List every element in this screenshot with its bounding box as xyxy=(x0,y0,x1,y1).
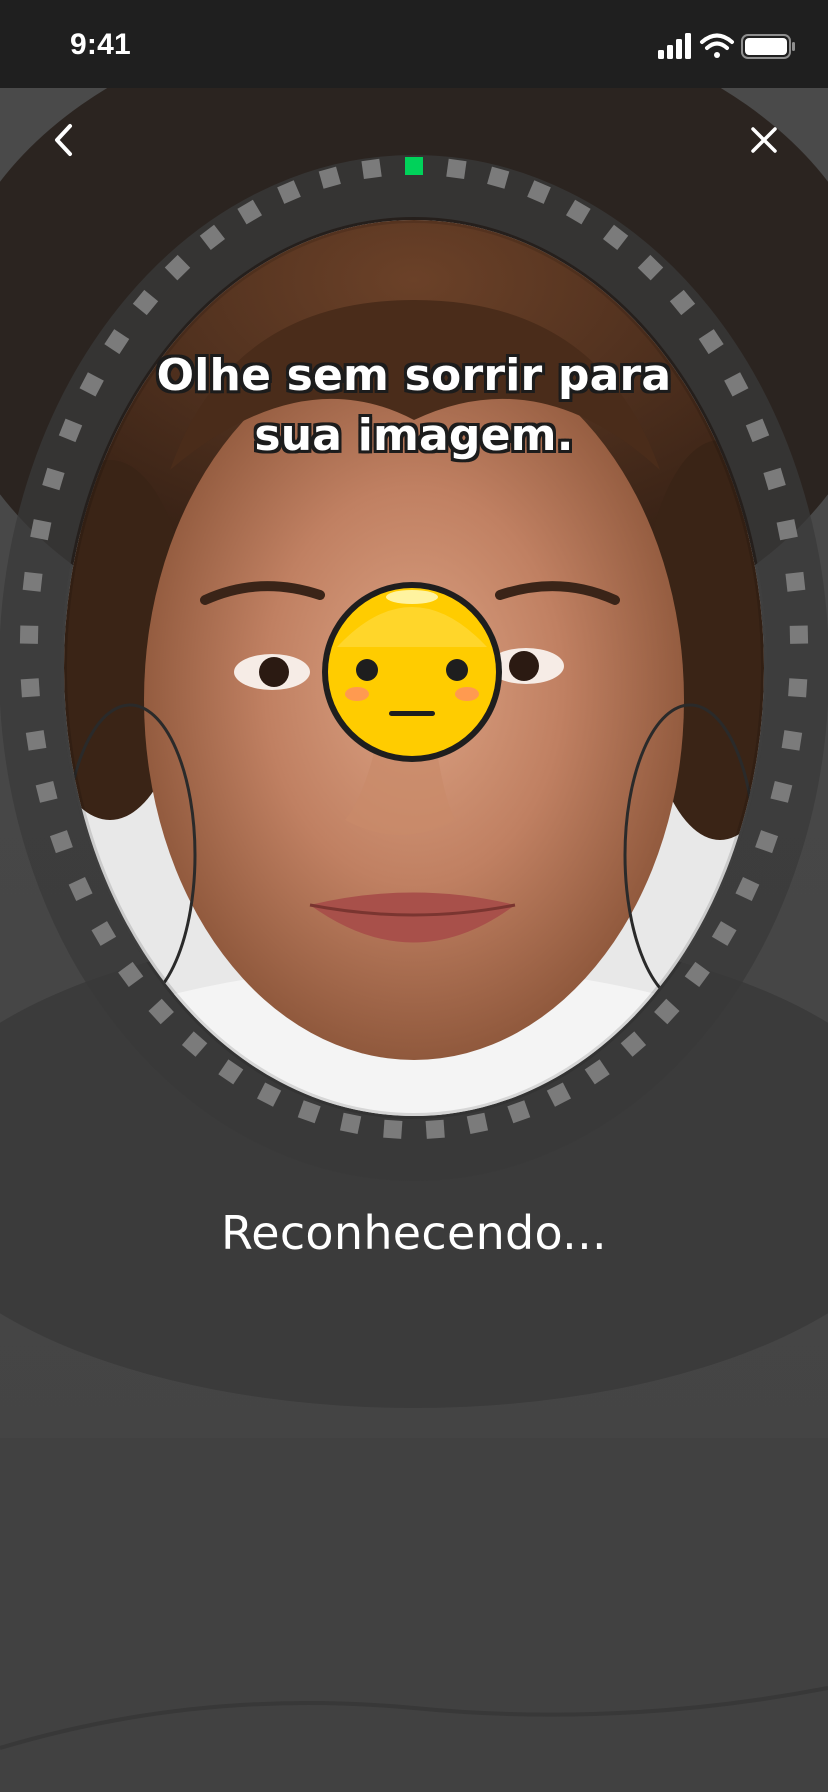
progress-dash xyxy=(383,1119,403,1139)
progress-dash xyxy=(425,1119,445,1139)
close-icon xyxy=(751,127,777,153)
close-button[interactable] xyxy=(736,112,792,168)
recognition-status: Reconhecendo... xyxy=(221,1206,607,1260)
progress-dash xyxy=(25,730,47,751)
progress-dash xyxy=(781,730,803,751)
progress-dash-active xyxy=(405,157,423,175)
neutral-face-emoji-icon xyxy=(322,582,502,762)
progress-dash xyxy=(339,1112,362,1135)
capture-instruction: Olhe sem sorrir para sua imagem. xyxy=(90,346,738,466)
instruction-line-2: sua imagem. xyxy=(254,410,574,461)
progress-dash xyxy=(446,158,467,180)
progress-dash xyxy=(30,519,52,541)
progress-dash xyxy=(785,571,806,592)
progress-dash xyxy=(776,519,798,541)
instruction-line-1: Olhe sem sorrir para xyxy=(156,350,672,401)
face-oval-frame xyxy=(0,155,828,1181)
progress-dash xyxy=(20,678,40,698)
progress-dash xyxy=(466,1112,489,1135)
progress-dash xyxy=(22,571,43,592)
progress-dash xyxy=(361,158,382,180)
back-button[interactable] xyxy=(36,112,92,168)
face-capture-area: Olhe sem sorrir para sua imagem. Reconhe… xyxy=(0,0,828,1792)
progress-dash xyxy=(789,625,809,644)
chevron-left-icon xyxy=(55,124,72,156)
progress-dash xyxy=(788,678,808,698)
progress-dash xyxy=(19,625,39,644)
